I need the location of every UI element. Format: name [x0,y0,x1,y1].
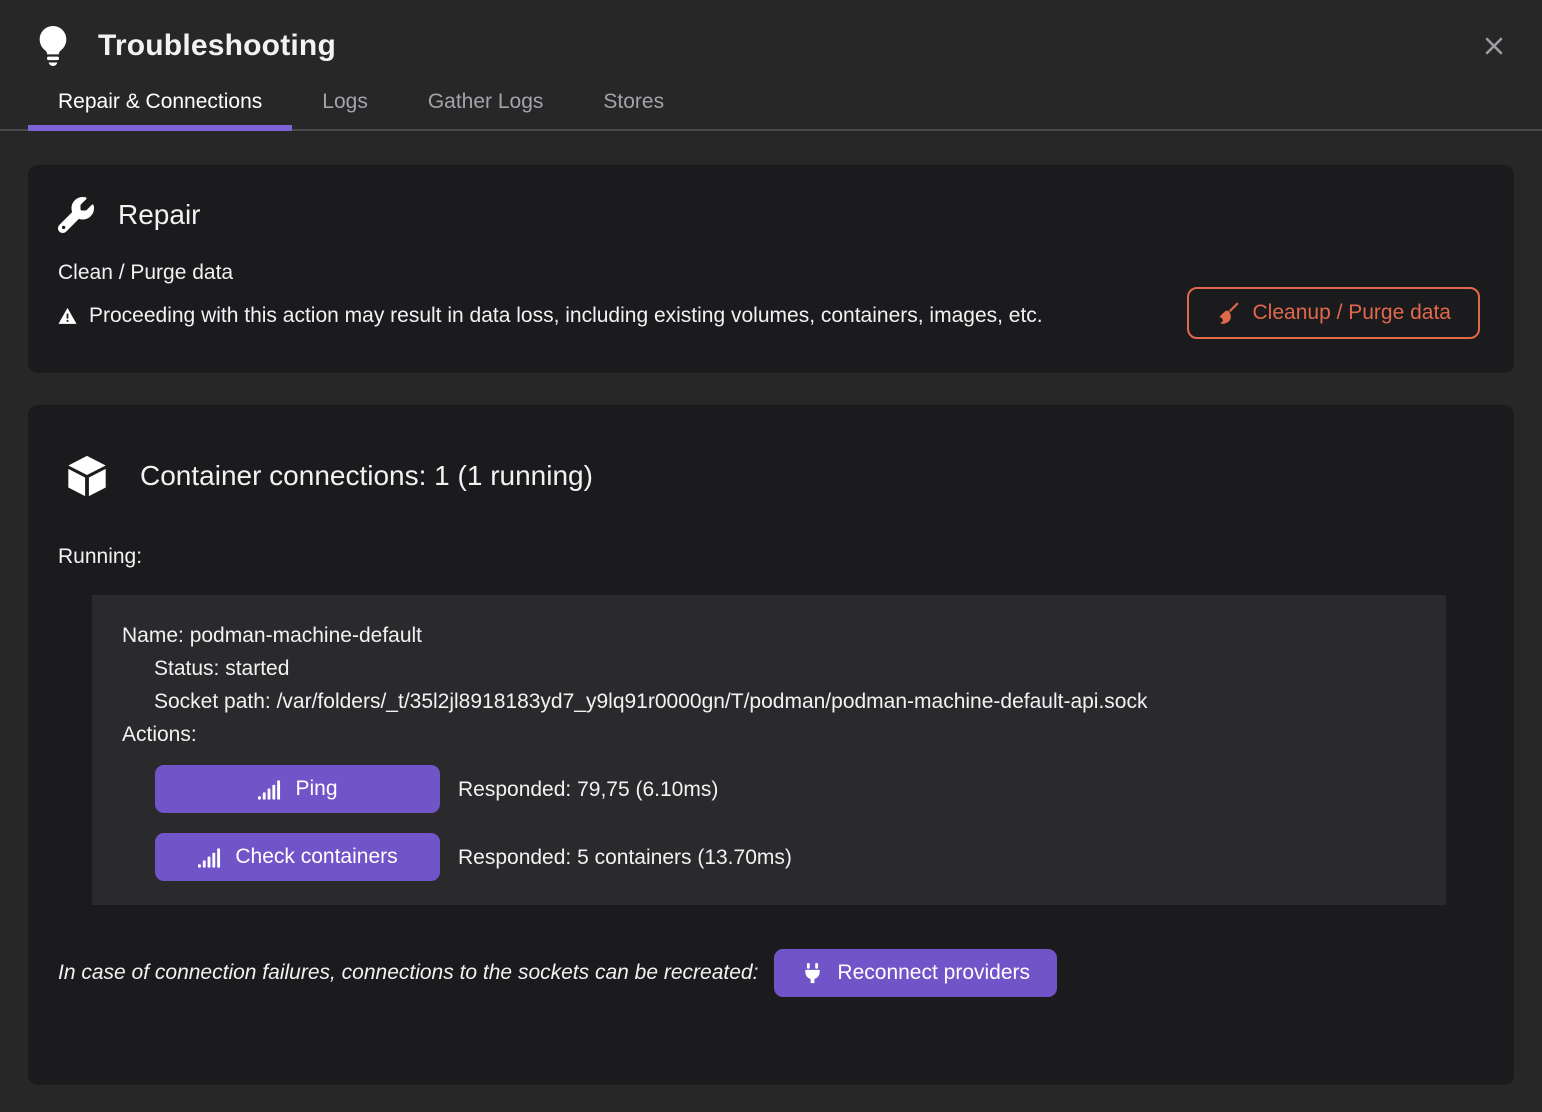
repair-warning-row: Proceeding with this action may result i… [58,299,1480,339]
ping-button[interactable]: Ping [155,765,440,813]
warning-block: Proceeding with this action may result i… [58,299,1043,332]
connections-title: Container connections: 1 (1 running) [140,460,593,492]
machine-name-line: Name: podman-machine-default [122,619,1416,652]
container-connections-card: Container connections: 1 (1 running) Run… [28,405,1514,1085]
warning-text: Proceeding with this action may result i… [89,299,1043,332]
cleanup-purge-button[interactable]: Cleanup / Purge data [1187,287,1480,339]
reconnect-providers-button-label: Reconnect providers [837,961,1030,985]
troubleshooting-content: Repair Clean / Purge data Proceeding wit… [0,131,1542,1085]
connection-details-box: Name: podman-machine-default Status: sta… [92,595,1446,905]
page-title: Troubleshooting [98,29,336,63]
wrench-icon [58,197,94,233]
close-icon [1482,34,1506,58]
tab-logs[interactable]: Logs [292,78,398,129]
tab-bar: Repair & Connections Logs Gather Logs St… [0,74,1542,131]
repair-heading: Repair [58,197,1480,233]
reconnect-note: In case of connection failures, connecti… [58,961,758,985]
tab-gather-logs[interactable]: Gather Logs [398,78,574,129]
socket-value: /var/folders/_t/35l2jl8918183yd7_y9lq91r… [277,690,1148,713]
check-containers-button-label: Check containers [235,845,397,869]
name-value: podman-machine-default [190,624,422,647]
running-label: Running: [58,545,1480,569]
clean-purge-label: Clean / Purge data [58,261,1480,285]
socket-label: Socket path: [154,690,271,713]
check-containers-button[interactable]: Check containers [155,833,440,881]
cleanup-purge-button-label: Cleanup / Purge data [1253,301,1451,325]
lightbulb-icon [33,20,73,72]
repair-card: Repair Clean / Purge data Proceeding wit… [28,165,1514,373]
connections-heading: Container connections: 1 (1 running) [58,451,1480,501]
page-header: Troubleshooting [0,0,1542,72]
machine-socket-line: Socket path: /var/folders/_t/35l2jl89181… [122,685,1416,718]
reconnect-providers-button[interactable]: Reconnect providers [774,949,1057,997]
plug-icon [801,962,824,985]
status-value: started [225,657,289,680]
ping-action-row: Ping Responded: 79,75 (6.10ms) [155,765,1416,813]
check-containers-action-row: Check containers Responded: 5 containers… [155,833,1416,881]
ping-button-label: Ping [295,777,337,801]
machine-status-line: Status: started [122,652,1416,685]
ping-response: Responded: 79,75 (6.10ms) [458,773,718,806]
signal-bars-icon [197,846,222,869]
signal-bars-icon [257,778,282,801]
tab-repair-connections[interactable]: Repair & Connections [28,78,292,129]
reconnect-row: In case of connection failures, connecti… [58,949,1480,997]
warning-triangle-icon [58,307,77,325]
container-cube-icon [64,451,110,501]
broom-icon [1216,301,1240,325]
status-label: Status: [154,657,219,680]
name-label: Name: [122,624,184,647]
repair-title: Repair [118,199,200,231]
close-button[interactable] [1476,28,1512,64]
tab-stores[interactable]: Stores [573,78,694,129]
actions-label: Actions: [122,718,1416,751]
check-containers-response: Responded: 5 containers (13.70ms) [458,841,792,874]
